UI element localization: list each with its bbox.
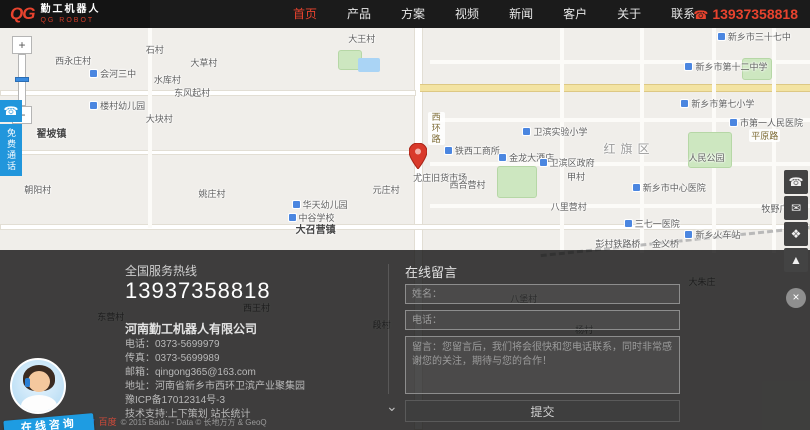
- road: [148, 28, 152, 228]
- nav-item[interactable]: 关于: [602, 0, 656, 28]
- phone-contact-icon[interactable]: ☎: [784, 170, 808, 194]
- map-label: 金义桥: [652, 237, 679, 250]
- message-form: 在线留言 提交: [405, 250, 680, 430]
- map-label: 八里营村: [551, 200, 587, 213]
- wechat-icon[interactable]: ❖: [784, 222, 808, 246]
- nav-item[interactable]: 视频: [440, 0, 494, 28]
- baidu-logo-cn: 百度: [99, 415, 117, 428]
- message-textarea[interactable]: [405, 336, 680, 394]
- map-label: 新乡市三十七中: [717, 30, 791, 43]
- map-label: 平原路: [749, 129, 780, 142]
- contact-line: 电话：0373-5699979: [125, 338, 305, 352]
- service-agent-avatar[interactable]: [10, 358, 66, 414]
- map-label: 彭村铁路桥: [595, 237, 640, 250]
- map-label: 翟坡镇: [36, 125, 66, 140]
- online-consult-banner[interactable]: 在线咨询: [3, 413, 94, 430]
- header-phone-number: ☎ 13937358818: [693, 0, 798, 29]
- contact-line: 豫ICP备17012314号-3: [125, 394, 305, 408]
- map-label: 朝阳村: [24, 183, 51, 196]
- name-input[interactable]: [405, 284, 680, 304]
- hotline-label: 全国服务热线: [125, 262, 197, 279]
- logo-qg-mark: QG: [10, 4, 34, 24]
- phone-input[interactable]: [405, 310, 680, 330]
- map-label: 楼村幼儿园: [89, 99, 145, 112]
- map-copyright-text: © 2015 Baidu - Data © 长地万方 & GeoQ: [121, 417, 267, 428]
- close-icon[interactable]: ×: [786, 288, 806, 308]
- map-label: 水库村: [154, 73, 181, 86]
- avatar-face: [28, 371, 50, 392]
- map-label: 大召营镇: [296, 221, 336, 236]
- free-call-button[interactable]: 免费通话: [0, 124, 22, 176]
- phone-number-text: 13937358818: [712, 6, 798, 22]
- logo-company-name: 勤工机器人: [40, 5, 100, 15]
- map-label: 石村: [146, 43, 164, 56]
- map-label: 市第一人民医院: [729, 116, 803, 129]
- company-contact-lines: 电话：0373-5699979传真：0373-5699989邮箱：qingong…: [125, 338, 305, 422]
- avatar-shirt: [21, 395, 57, 414]
- map-label: 人民公园: [689, 151, 725, 164]
- top-navbar: QG 勤工机器人 QG ROBOT 首页产品方案视频新闻客户关于联系 ☎ 1393…: [0, 0, 810, 28]
- message-form-title: 在线留言: [405, 262, 457, 281]
- road: [430, 204, 810, 208]
- map-label: 新乡火车站: [684, 228, 740, 241]
- site-logo[interactable]: QG 勤工机器人 QG ROBOT: [0, 0, 150, 28]
- map-label: 会河三中: [89, 67, 136, 80]
- map-label: 大块村: [146, 112, 173, 125]
- road: [0, 150, 414, 155]
- map-label: 铁西工商所: [444, 144, 500, 157]
- page: 路庄村夹河乡大王村小营村新乡市三十七中西永庄村石村会河三中大草村水库村东风起村楼…: [0, 0, 810, 430]
- zoom-in-button[interactable]: +: [12, 36, 32, 54]
- road: [430, 162, 810, 166]
- nav-item[interactable]: 新闻: [494, 0, 548, 28]
- zoom-slider-handle[interactable]: [15, 77, 29, 82]
- map-pin-icon[interactable]: [409, 143, 427, 174]
- right-toolbar: ☎✉❖▲: [784, 170, 808, 274]
- hotline-number: 13937358818: [125, 278, 271, 304]
- map-label: 新乡市第十二中学: [684, 60, 767, 73]
- nav-item[interactable]: 方案: [386, 0, 440, 28]
- nav-item[interactable]: 产品: [332, 0, 386, 28]
- back-to-top-icon[interactable]: ▲: [784, 248, 808, 272]
- company-name: 河南勤工机器人有限公司: [125, 320, 257, 337]
- message-icon[interactable]: ✉: [784, 196, 808, 220]
- scroll-down-icon[interactable]: ⌄: [386, 398, 398, 415]
- left-toolbar: ☎ 免费通话: [0, 100, 22, 176]
- footer-divider: [388, 264, 389, 394]
- logo-subtitle: QG ROBOT: [40, 17, 100, 24]
- nav-item[interactable]: 客户: [548, 0, 602, 28]
- water-area: [358, 58, 380, 72]
- map-label: 西合营村: [450, 178, 486, 191]
- map-label: 东风起村: [174, 86, 210, 99]
- map-label: 姚庄村: [198, 187, 225, 200]
- map-label: 西永庄村: [55, 54, 91, 67]
- park-area: [497, 166, 537, 198]
- map-label: 大草村: [190, 56, 217, 69]
- nav-item[interactable]: 首页: [278, 0, 332, 28]
- map-label: 大王村: [348, 32, 375, 45]
- map-label: 卫滨实验小学: [522, 125, 587, 138]
- headset-icon: [25, 378, 30, 387]
- submit-button[interactable]: 提交: [405, 400, 680, 422]
- phone-icon: ☎: [693, 8, 708, 22]
- map-label: 新乡市中心医院: [632, 181, 706, 194]
- map-label: 三七一医院: [624, 217, 680, 230]
- map-label: 西环路: [428, 112, 445, 145]
- map-label: 红旗区: [603, 140, 654, 157]
- footer-panel: 全国服务热线 13937358818 河南勤工机器人有限公司 电话：0373-5…: [0, 250, 810, 430]
- free-call-icon[interactable]: ☎: [0, 100, 22, 122]
- map-label: 卫滨区政府: [539, 156, 595, 169]
- main-nav: 首页产品方案视频新闻客户关于联系: [278, 0, 710, 28]
- road-main-east: [420, 84, 810, 92]
- contact-line: 地址：河南省新乡市西环卫滨产业聚集园: [125, 380, 305, 394]
- map-label: 华天幼儿园: [292, 198, 348, 211]
- map-label: 元庄村: [373, 183, 400, 196]
- contact-line: 邮箱：qingong365@163.com: [125, 366, 305, 380]
- zoom-slider[interactable]: [18, 54, 26, 106]
- online-consult-widget[interactable]: 在线咨询: [4, 358, 98, 430]
- contact-line: 传真：0373-5699989: [125, 352, 305, 366]
- map-label: 新乡市第七小学: [680, 97, 754, 110]
- map-label: 甲村: [567, 170, 585, 183]
